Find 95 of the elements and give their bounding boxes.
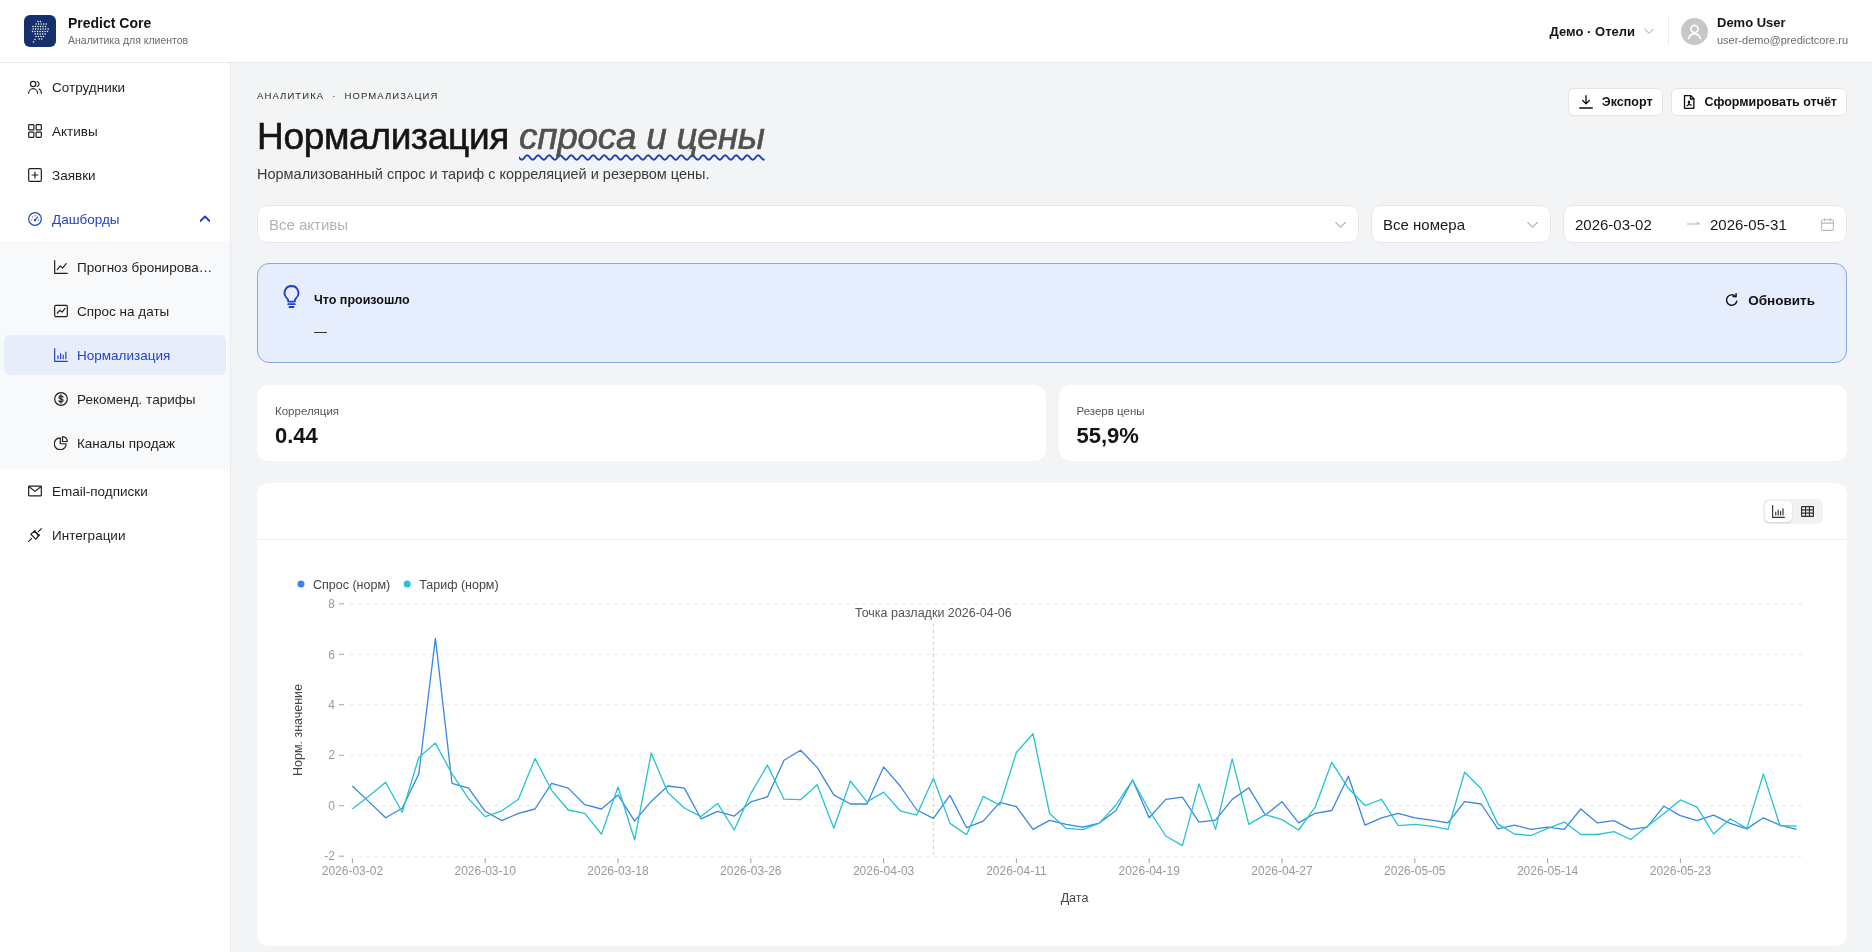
page-title: Нормализация спроса и цены: [257, 115, 765, 159]
x-tick-label: 2026-04-19: [1118, 864, 1181, 879]
kpi-label: Корреляция: [275, 404, 341, 419]
lightbulb-icon: [283, 285, 300, 308]
kpi-value: 55,9%: [1076, 422, 1140, 450]
logo-icon: [24, 15, 56, 47]
pdf-file-icon: [1681, 95, 1696, 109]
plug-icon: [28, 528, 42, 542]
annotation-label: Точка разладки 2026-04-06: [855, 605, 1012, 620]
pie-chart-icon: [54, 436, 68, 450]
x-tick-label: 2026-03-26: [720, 864, 782, 879]
arrow-right-icon: [1687, 221, 1700, 227]
x-tick-label: 2026-04-03: [852, 864, 915, 879]
users-icon: [28, 80, 42, 94]
room-select[interactable]: Все номера: [1371, 205, 1551, 243]
x-tick-label: 2026-03-02: [321, 864, 384, 879]
x-axis-tick: 2026-04-03: [852, 857, 915, 879]
insight-title: Что произошло: [314, 292, 411, 309]
kpi-label: Резерв цены: [1076, 404, 1146, 419]
nav-subitem[interactable]: Рекоменд. тарифы: [4, 379, 226, 419]
plus-square-icon: [28, 168, 42, 182]
y-axis-tick: 6: [328, 647, 345, 662]
y-axis-title: Норм. значение: [291, 683, 305, 777]
chevron-down-icon: [1335, 221, 1346, 228]
x-axis-tick: 2026-05-23: [1649, 857, 1712, 879]
x-tick-label: 2026-05-23: [1649, 864, 1712, 879]
line-chart-icon: [54, 304, 68, 318]
workspace-switcher[interactable]: Демо · Отели: [1547, 19, 1656, 43]
breadcrumb-item[interactable]: АНАЛИТИКА: [257, 89, 325, 103]
y-axis-tick: 8: [328, 597, 345, 611]
line-chart-icon: [54, 260, 68, 274]
dollar-icon: [54, 392, 68, 406]
refresh-button[interactable]: Обновить: [1725, 291, 1815, 309]
x-tick-label: 2026-04-27: [1251, 864, 1314, 879]
x-axis-tick: 2026-04-11: [986, 857, 1047, 879]
app-name: Predict Core: [68, 15, 153, 32]
y-tick-label: 2: [328, 748, 336, 763]
chevron-down-icon: [1527, 221, 1538, 228]
nav-item[interactable]: Заявки: [0, 153, 230, 197]
nav-item[interactable]: Email-подписки: [0, 469, 230, 513]
refresh-icon: [1725, 293, 1740, 307]
chevron-down-icon: [1644, 28, 1654, 34]
y-tick-label: 6: [328, 647, 336, 662]
breadcrumb-separator: ·: [332, 89, 337, 103]
x-tick-label: 2026-03-18: [587, 864, 650, 879]
x-axis-tick: 2026-03-18: [587, 857, 649, 879]
nav-item[interactable]: Интеграции: [0, 513, 230, 557]
x-tick-label: 2026-05-05: [1384, 864, 1446, 879]
x-axis-tick: 2026-03-26: [720, 857, 782, 879]
nav-item[interactable]: Сотрудники: [0, 65, 230, 109]
nav-subitem[interactable]: Нормализация: [4, 335, 226, 375]
bar-chart-icon: [1772, 504, 1785, 518]
legend-label[interactable]: Спрос (норм): [313, 577, 391, 592]
y-tick-label: 0: [328, 798, 336, 813]
page-subtitle: Нормализованный спрос и тариф с корреляцией и резервом цены.: [257, 165, 711, 183]
y-tick-label: 8: [328, 597, 336, 611]
x-tick-label: 2026-05-14: [1516, 864, 1579, 879]
x-axis-tick: 2026-04-27: [1251, 857, 1313, 879]
chart-view-button[interactable]: [1765, 500, 1792, 522]
user-name: Demo User: [1717, 15, 1787, 31]
x-tick-label: 2026-04-11: [986, 864, 1047, 879]
insight-text: —: [314, 323, 327, 341]
asset-select[interactable]: Все активы: [257, 205, 1359, 243]
y-axis-tick: 2: [328, 748, 345, 763]
bar-chart-icon: [54, 348, 68, 362]
x-tick-label: 2026-03-10: [454, 864, 517, 879]
date-range-field[interactable]: 2026-03-02 2026-05-31: [1563, 205, 1847, 243]
x-axis-tick: 2026-05-14: [1516, 857, 1579, 879]
y-axis-tick: 0: [328, 798, 345, 813]
y-axis-tick: 4: [328, 698, 345, 712]
nav-item[interactable]: Дашборды: [0, 197, 230, 241]
nav-subitem[interactable]: Прогноз бронирова…: [4, 247, 226, 287]
download-icon: [1578, 95, 1593, 109]
table-icon: [1801, 504, 1814, 518]
breadcrumb-item: НОРМАЛИЗАЦИЯ: [344, 89, 439, 103]
nav-subitem[interactable]: Спрос на даты: [4, 291, 226, 331]
end-date-input[interactable]: 2026-05-31: [1710, 214, 1804, 234]
envelope-icon: [28, 484, 42, 498]
kpi-value: 0.44: [275, 422, 319, 450]
start-date-input[interactable]: 2026-03-02: [1575, 214, 1669, 234]
x-axis-tick: 2026-03-10: [454, 857, 516, 879]
export-button[interactable]: Экспорт: [1567, 88, 1663, 116]
gauge-icon: [28, 212, 42, 226]
calendar-icon: [1821, 217, 1834, 231]
x-axis-title: Дата: [1060, 891, 1089, 905]
nav-item[interactable]: Активы: [0, 109, 230, 153]
legend-label[interactable]: Тариф (норм): [419, 577, 499, 592]
app-tagline: Аналитика для клиентов: [68, 34, 189, 47]
x-axis-tick: 2026-05-05: [1384, 857, 1446, 879]
user-email: user-demo@predictcore.ru: [1717, 34, 1848, 47]
x-axis-tick: 2026-04-19: [1118, 857, 1180, 879]
report-button[interactable]: Сформировать отчёт: [1670, 88, 1847, 116]
y-tick-label: 4: [328, 698, 336, 712]
nav-subitem[interactable]: Каналы продаж: [4, 423, 226, 463]
grid-icon: [28, 124, 42, 138]
